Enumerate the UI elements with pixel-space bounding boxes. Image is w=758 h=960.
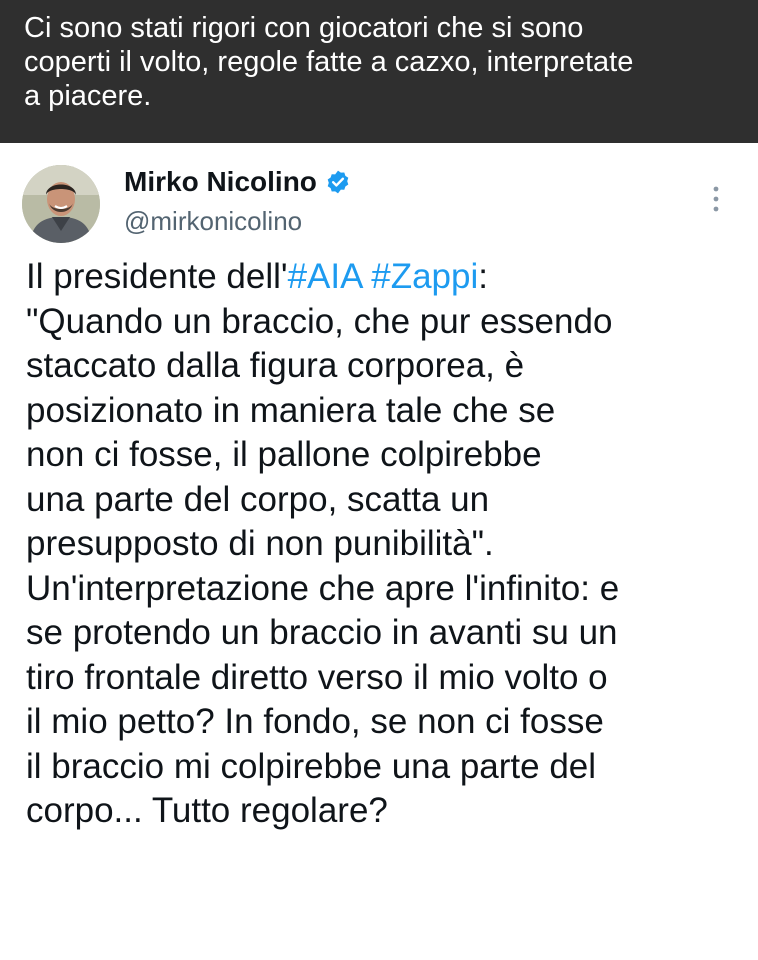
tweet-line: presupposto di non punibilità". [26, 524, 494, 563]
caption-text: Ci sono stati rigori con giocatori che s… [24, 11, 734, 113]
tweet-line: non ci fosse, il pallone colpirebbe [26, 435, 542, 474]
tweet-line: corpo... Tutto regolare? [26, 791, 388, 830]
tweet-line: se protendo un braccio in avanti su un [26, 613, 618, 652]
caption-line: coperti il volto, regole fatte a cazxo, … [24, 46, 634, 78]
author-name[interactable]: Mirko Nicolino [124, 165, 317, 199]
avatar-portrait-icon [22, 165, 100, 243]
tweet-line: il braccio mi colpirebbe una parte del [26, 746, 597, 786]
author-handle[interactable]: @mirkonicolino [124, 205, 302, 237]
tweet-card: Mirko Nicolino @mirkonicolino Il preside… [0, 143, 758, 960]
tweet-line: "Quando un braccio, che pur essendo [26, 301, 613, 341]
caption-line: a piacere. [24, 80, 152, 112]
tweet-line: Il presidente dell'#AIA #Zappi: [26, 255, 748, 300]
verified-badge-icon [325, 169, 351, 195]
tweet-line: tiro frontale diretto verso il mio volto… [26, 657, 608, 697]
tweet-line: staccato dalla figura corporea, è [26, 346, 525, 385]
tweet-line: una parte del corpo, scatta un [26, 479, 490, 519]
tweet-line: il mio petto? In fondo, se non ci fosse [26, 702, 604, 741]
tweet-line: Un'interpretazione che apre l'infinito: … [26, 568, 620, 608]
caption-bar: Ci sono stati rigori con giocatori che s… [0, 0, 758, 143]
tweet-text-segment: Il presidente dell' [26, 257, 288, 296]
more-vertical-icon[interactable] [704, 181, 728, 217]
tweet-text: Il presidente dell'#AIA #Zappi: "Quando … [26, 255, 748, 834]
tweet-line: posizionato in maniera tale che se [26, 390, 556, 430]
caption-line: Ci sono stati rigori con giocatori che s… [24, 12, 584, 44]
tweet-text-segment: : [478, 257, 489, 296]
hashtag-link[interactable]: #Zappi [371, 257, 478, 296]
hashtag-separator [362, 257, 372, 296]
avatar[interactable] [22, 165, 100, 243]
author-name-row[interactable]: Mirko Nicolino [124, 165, 351, 199]
hashtag-link[interactable]: #AIA [288, 257, 362, 296]
